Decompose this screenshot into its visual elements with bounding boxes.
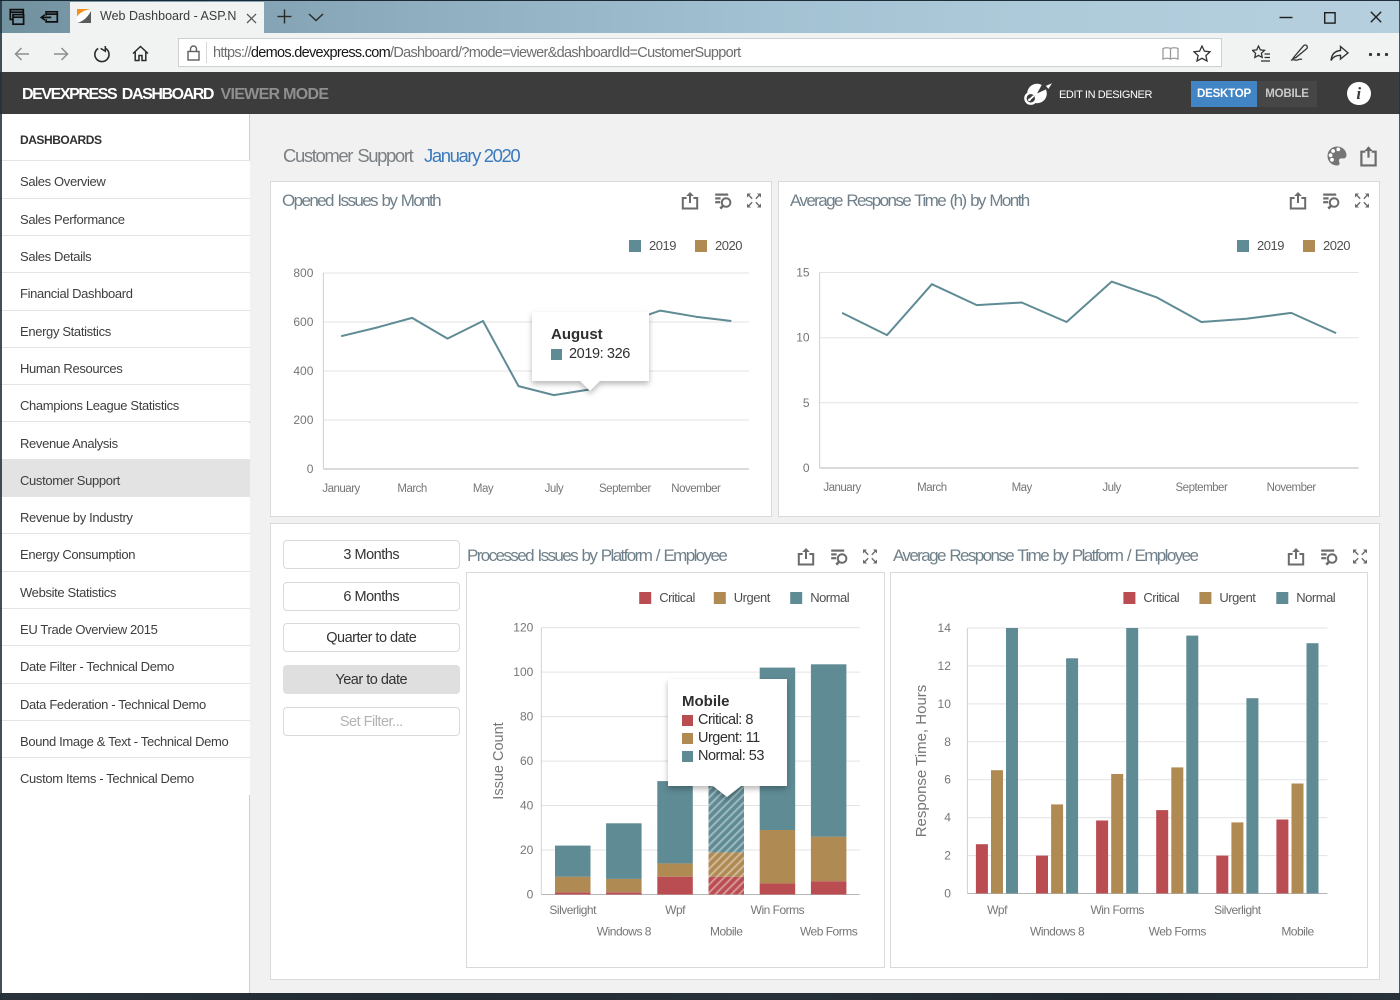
svg-text:Silverlight: Silverlight xyxy=(549,903,597,917)
svg-text:Wpf: Wpf xyxy=(987,903,1008,917)
svg-text:Web Forms: Web Forms xyxy=(800,925,858,939)
svg-text:2: 2 xyxy=(944,849,951,863)
svg-text:March: March xyxy=(917,482,947,494)
svg-text:600: 600 xyxy=(293,315,313,329)
svg-text:15: 15 xyxy=(796,266,810,280)
svg-text:4: 4 xyxy=(944,811,951,825)
svg-text:0: 0 xyxy=(307,462,314,476)
svg-text:0: 0 xyxy=(944,887,951,901)
svg-text:Mobile: Mobile xyxy=(1281,925,1314,939)
svg-text:Windows 8: Windows 8 xyxy=(597,925,652,939)
svg-text:January: January xyxy=(322,483,360,495)
svg-text:Wpf: Wpf xyxy=(665,903,686,917)
svg-text:200: 200 xyxy=(293,413,313,427)
svg-text:0: 0 xyxy=(527,888,534,902)
svg-text:Web Forms: Web Forms xyxy=(1149,925,1207,939)
svg-text:January: January xyxy=(823,482,861,494)
svg-text:Normal: Normal xyxy=(810,590,850,605)
svg-text:14: 14 xyxy=(938,621,952,635)
svg-text:5: 5 xyxy=(803,396,810,410)
svg-text:July: July xyxy=(1102,482,1121,494)
svg-text:40: 40 xyxy=(520,799,534,813)
svg-text:800: 800 xyxy=(293,266,313,280)
svg-text:Windows 8: Windows 8 xyxy=(1030,925,1085,939)
svg-text:March: March xyxy=(397,483,427,495)
svg-text:Issue Count: Issue Count xyxy=(491,722,507,799)
svg-text:Normal: Normal xyxy=(1296,590,1336,605)
svg-text:6: 6 xyxy=(944,773,951,787)
svg-text:Win Forms: Win Forms xyxy=(1090,903,1144,917)
svg-text:2019: 2019 xyxy=(1257,238,1284,253)
svg-text:May: May xyxy=(473,483,494,495)
svg-text:12: 12 xyxy=(938,659,952,673)
svg-text:10: 10 xyxy=(938,697,952,711)
svg-text:July: July xyxy=(545,483,564,495)
svg-text:60: 60 xyxy=(520,754,534,768)
svg-text:120: 120 xyxy=(513,621,533,635)
svg-text:Critical: Critical xyxy=(1143,590,1179,605)
svg-text:80: 80 xyxy=(520,710,534,724)
svg-text:November: November xyxy=(671,483,721,495)
svg-text:2020: 2020 xyxy=(715,238,742,253)
svg-text:Response Time, Hours: Response Time, Hours xyxy=(913,685,930,838)
svg-text:2020: 2020 xyxy=(1323,238,1350,253)
svg-text:Silverlight: Silverlight xyxy=(1214,903,1262,917)
svg-text:100: 100 xyxy=(513,665,533,679)
svg-text:September: September xyxy=(1176,482,1228,494)
svg-text:May: May xyxy=(1012,482,1033,494)
svg-text:Urgent: Urgent xyxy=(1219,590,1256,605)
svg-text:400: 400 xyxy=(293,364,313,378)
svg-text:2019: 2019 xyxy=(649,238,676,253)
svg-text:Critical: Critical xyxy=(659,590,695,605)
svg-text:Win Forms: Win Forms xyxy=(751,903,805,917)
svg-text:November: November xyxy=(1267,482,1317,494)
svg-text:0: 0 xyxy=(803,461,810,475)
svg-text:Mobile: Mobile xyxy=(710,925,743,939)
svg-text:8: 8 xyxy=(944,735,951,749)
svg-text:20: 20 xyxy=(520,843,534,857)
svg-text:Urgent: Urgent xyxy=(734,590,771,605)
svg-text:10: 10 xyxy=(796,331,810,345)
svg-text:September: September xyxy=(599,483,651,495)
